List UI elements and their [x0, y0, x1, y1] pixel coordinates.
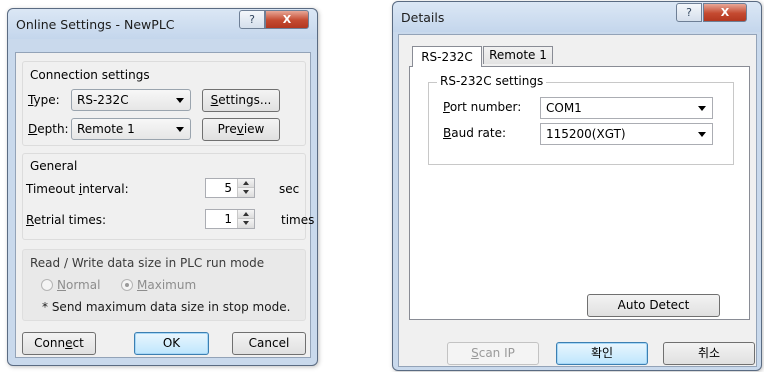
online-settings-titlebar[interactable]: Online Settings - NewPLC ? X — [8, 9, 317, 39]
general-title: General — [30, 159, 78, 173]
preview-button[interactable]: Preview — [202, 118, 280, 141]
window-title: Online Settings - NewPLC — [16, 17, 175, 32]
depth-label: Depth: — [28, 122, 69, 136]
cancel-button[interactable]: 취소 — [663, 342, 755, 365]
general-group: General Timeout interval: 5 sec Retrial … — [22, 153, 314, 240]
tab-remote-1[interactable]: Remote 1 — [483, 46, 553, 64]
read-write-title: Read / Write data size in PLC run mode — [30, 256, 265, 270]
tab-rs232c[interactable]: RS-232C — [412, 46, 482, 67]
stop-mode-note: * Send maximum data size in stop mode. — [42, 300, 291, 314]
details-window: Details ? X RS-232C Remote 1 RS-232C set… — [392, 1, 762, 371]
depth-dropdown-value: Remote 1 — [77, 122, 135, 136]
background-title-ghost — [453, 10, 521, 25]
confirm-button[interactable]: 확인 — [556, 342, 648, 365]
spin-up-icon[interactable] — [238, 179, 254, 188]
close-button[interactable]: X — [265, 10, 309, 29]
retrial-stepper[interactable]: 1 — [205, 209, 255, 229]
chevron-down-icon — [698, 106, 706, 111]
retrial-value: 1 — [224, 212, 232, 226]
rs232c-settings-group: RS-232C settings Port number: COM1 Baud … — [428, 74, 734, 165]
help-button[interactable]: ? — [676, 3, 702, 22]
port-number-dropdown[interactable]: COM1 — [540, 97, 713, 119]
connection-settings-title: Connection settings — [30, 68, 150, 82]
spin-down-icon[interactable] — [238, 219, 254, 228]
details-client: RS-232C Remote 1 RS-232C settings Port n… — [398, 34, 757, 367]
connection-settings-group: Connection settings Type: RS-232C Settin… — [22, 61, 306, 146]
details-titlebar[interactable]: Details ? X — [393, 2, 761, 32]
ok-button[interactable]: OK — [134, 332, 209, 355]
read-write-group: Read / Write data size in PLC run mode N… — [22, 249, 306, 321]
retrial-label: Retrial times: — [26, 213, 107, 227]
type-dropdown-value: RS-232C — [77, 93, 129, 107]
rs232c-tab-page: RS-232C settings Port number: COM1 Baud … — [409, 66, 750, 320]
baud-rate-label: Baud rate: — [443, 126, 507, 140]
cancel-button[interactable]: Cancel — [232, 332, 306, 355]
port-number-value: COM1 — [546, 101, 582, 115]
retrial-unit: times — [281, 213, 315, 227]
type-dropdown[interactable]: RS-232C — [71, 89, 191, 111]
timeout-spin-arrows — [237, 179, 254, 197]
spin-up-icon[interactable] — [238, 210, 254, 219]
baud-rate-dropdown[interactable]: 115200(XGT) — [540, 123, 713, 145]
auto-detect-button[interactable]: Auto Detect — [587, 294, 720, 317]
chevron-down-icon — [176, 127, 184, 132]
chevron-down-icon — [698, 132, 706, 137]
baud-rate-value: 115200(XGT) — [546, 127, 626, 141]
online-settings-client: Connection settings Type: RS-232C Settin… — [15, 52, 314, 358]
port-number-label: Port number: — [443, 100, 522, 114]
settings-button[interactable]: Settings... — [202, 89, 280, 112]
scan-ip-button[interactable]: Scan IP — [447, 342, 539, 365]
rs232c-settings-title: RS-232C settings — [437, 74, 547, 88]
depth-dropdown[interactable]: Remote 1 — [71, 118, 191, 140]
maximum-radio[interactable]: Maximum — [121, 278, 196, 292]
normal-radio[interactable]: Normal — [41, 278, 100, 292]
details-title: Details — [401, 10, 445, 25]
timeout-value: 5 — [224, 181, 232, 195]
chevron-down-icon — [176, 98, 184, 103]
timeout-stepper[interactable]: 5 — [205, 178, 255, 198]
radio-on-icon — [121, 279, 133, 291]
connect-button[interactable]: Connect — [22, 332, 96, 355]
spin-down-icon[interactable] — [238, 188, 254, 197]
radio-off-icon — [41, 279, 53, 291]
timeout-unit: sec — [279, 182, 300, 196]
timeout-label: Timeout interval: — [26, 182, 129, 196]
type-label: Type: — [28, 93, 60, 107]
online-settings-window: Online Settings - NewPLC ? X Connection … — [7, 8, 318, 366]
retrial-spin-arrows — [237, 210, 254, 228]
help-button[interactable]: ? — [239, 10, 265, 29]
close-button[interactable]: X — [703, 3, 747, 22]
